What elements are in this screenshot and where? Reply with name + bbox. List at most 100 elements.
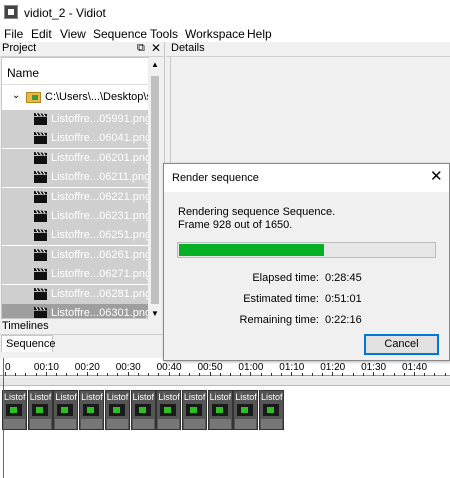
ruler-tick (127, 372, 129, 376)
project-panel-header: Project ⧉ ✕ (0, 41, 164, 57)
video-clip[interactable]: Listof (2, 390, 27, 430)
video-clip[interactable]: Listof (104, 390, 130, 430)
video-clip[interactable]: Listof (27, 390, 53, 430)
video-track[interactable]: Listof Listof Listof Listof Listof Listof List… (0, 386, 450, 478)
file-list-item[interactable]: Listoffre...06221.png (2, 187, 148, 207)
menubar: File Edit View Sequence Tools Workspace … (0, 26, 450, 42)
cancel-button[interactable]: Cancel (364, 334, 439, 355)
video-clip[interactable]: Listof (53, 390, 79, 430)
menu-help[interactable]: Help (247, 27, 272, 41)
menu-edit[interactable]: Edit (31, 27, 52, 41)
clip-label: Listof (132, 392, 155, 402)
file-list-item[interactable]: Listoffre...06231.png (2, 207, 148, 226)
clip-label: Listof (81, 392, 103, 402)
clip-thumbnail (211, 404, 228, 416)
timeline-scrollbar[interactable] (0, 378, 450, 386)
clip-label: Listof (235, 392, 257, 402)
file-list-item[interactable]: Listoffre...06281.png (2, 284, 149, 304)
ruler-tick (352, 373, 354, 376)
file-list-item[interactable]: Listoffre...06211.png (2, 168, 149, 188)
file-name: Listoffre...06281.png (51, 287, 149, 300)
file-list-item[interactable]: Listoffre...06271.png (2, 265, 148, 285)
file-list-item[interactable]: Listoffre...06301.png (2, 304, 148, 318)
ruler-tick (321, 373, 323, 376)
ruler-tick (117, 373, 119, 376)
clapperboard-icon (34, 287, 47, 300)
menu-workspace[interactable]: Workspace (185, 27, 245, 41)
ruler-tick (281, 373, 283, 376)
video-clip[interactable]: Listof (181, 390, 207, 430)
clapperboard-icon (34, 151, 47, 164)
remaining-value: 0:22:16 (325, 314, 362, 326)
chevron-down-icon[interactable]: ⌄ (12, 90, 20, 101)
float-panel-icon[interactable]: ⧉ (137, 42, 145, 55)
tab-sequence[interactable]: Sequence (1, 335, 56, 352)
clapperboard-icon (34, 248, 47, 261)
video-clip[interactable]: Listof (79, 390, 105, 430)
video-clip[interactable]: Listof (259, 390, 284, 430)
ruler-tick (250, 372, 252, 376)
close-icon[interactable]: ✕ (430, 169, 443, 184)
estimated-label: Estimated time: (243, 293, 319, 305)
video-clip[interactable]: Listof (207, 390, 233, 430)
clip-label: Listof (209, 392, 232, 402)
file-name: Listoffre...06201.png (51, 151, 149, 164)
scroll-down-icon[interactable]: ▼ (151, 309, 159, 318)
ruler-tick (434, 373, 436, 376)
video-clip[interactable]: Listof (130, 390, 156, 430)
playhead-cursor[interactable] (3, 358, 4, 478)
clip-label: Listof (4, 392, 26, 402)
project-tree[interactable]: Name ⌄ C:\Users\...\Desktop\s Listoffre.… (1, 57, 149, 319)
file-list-item[interactable]: Listoffre...06041.png (2, 129, 148, 149)
video-clip[interactable]: Listof (233, 390, 259, 430)
ruler-tick (403, 373, 405, 376)
clapperboard-icon (34, 209, 47, 222)
clip-label: Listof (261, 392, 283, 402)
ruler-tick (199, 373, 201, 376)
project-scrollbar[interactable]: ▲ ▼ (148, 58, 162, 319)
clapperboard-icon (34, 171, 47, 184)
clip-audio-strip (158, 419, 180, 429)
folder-row[interactable]: ⌄ C:\Users\...\Desktop\s (2, 89, 148, 107)
file-list-item[interactable]: Listoffre...06251.png (2, 226, 149, 246)
clip-audio-strip (29, 419, 51, 429)
ruler-tick (76, 373, 78, 376)
clapperboard-icon (34, 229, 47, 242)
menu-file[interactable]: File (4, 27, 23, 41)
clip-audio-strip (81, 419, 103, 429)
ruler-tick (311, 373, 313, 376)
menu-sequence[interactable]: Sequence (93, 27, 147, 41)
close-panel-icon[interactable]: ✕ (151, 41, 161, 55)
ruler-tick (107, 373, 109, 376)
name-column-header[interactable]: Name (2, 58, 148, 85)
clapperboard-icon (34, 132, 47, 145)
file-list-item[interactable]: Listoffre...06261.png (2, 245, 148, 265)
ruler-tick (66, 373, 68, 376)
render-message: Rendering sequence Sequence. (178, 206, 336, 218)
ruler-tick (393, 373, 395, 376)
folder-icon (26, 92, 41, 103)
clip-audio-strip (106, 419, 128, 429)
scrollbar-thumb[interactable] (151, 76, 159, 304)
file-name: Listoffre...06251.png (51, 229, 149, 242)
file-list-item[interactable]: Listoffre...06201.png (2, 148, 149, 168)
video-clip[interactable]: Listof (156, 390, 182, 430)
ruler-tick (148, 373, 150, 376)
ruler-tick (5, 372, 6, 376)
ruler-tick (178, 373, 180, 376)
clip-audio-strip (55, 419, 77, 429)
ruler-tick (301, 373, 303, 376)
elapsed-label: Elapsed time: (252, 272, 319, 284)
clip-audio-strip (183, 419, 205, 429)
ruler-tick (373, 372, 375, 376)
menu-view[interactable]: View (60, 27, 86, 41)
scroll-up-icon[interactable]: ▲ (151, 60, 159, 69)
file-name: Listoffre...06211.png (51, 171, 149, 184)
dialog-titlebar: Render sequence ✕ (164, 164, 449, 192)
file-list-item[interactable]: Listoffre...05991.png (2, 110, 148, 129)
clip-thumbnail (31, 404, 48, 416)
ruler-tick (240, 373, 242, 376)
ruler-tick (35, 373, 37, 376)
menu-tools[interactable]: Tools (150, 27, 178, 41)
clapperboard-icon (34, 112, 47, 125)
